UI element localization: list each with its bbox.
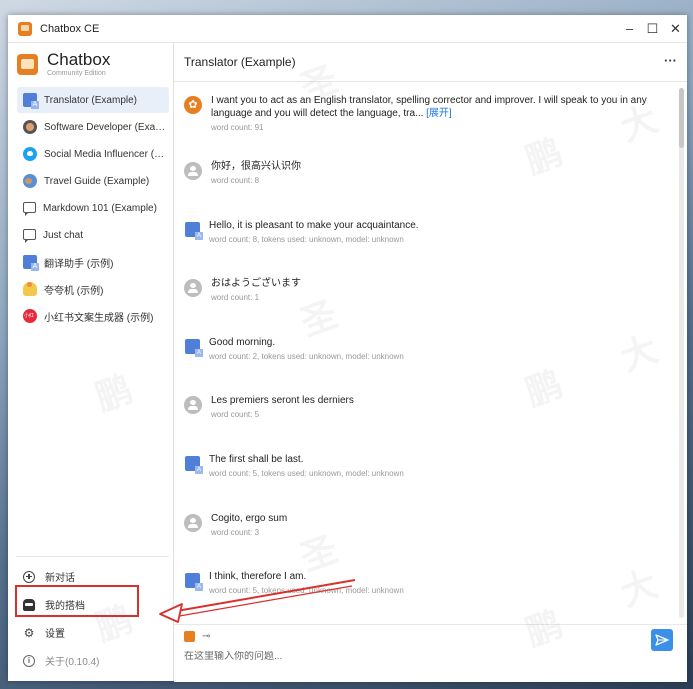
message-meta: word count: 5 <box>211 410 260 419</box>
message-list: I want you to act as an English translat… <box>174 82 674 624</box>
message-meta: word count: 1 <box>211 293 260 302</box>
annotation-highlight-box <box>15 585 139 617</box>
chat-panel: Translator (Example) ··· I want you to a… <box>174 43 687 682</box>
cheer-icon <box>23 282 37 296</box>
session-label: 小红书文案生成器 (示例) <box>44 312 154 324</box>
session-label: Travel Guide (Example) <box>44 175 150 187</box>
message-assistant: I think, therefore I am. word count: 5, … <box>184 570 664 595</box>
session-label: Software Developer (Example) <box>44 121 169 133</box>
translate-icon <box>23 93 39 109</box>
app-window: Chatbox CE – ☐ ✕ Chatbox Community Editi… <box>8 15 687 682</box>
message-meta: word count: 3 <box>211 528 260 537</box>
session-label: Social Media Influencer (Example) <box>44 148 169 160</box>
message-assistant: The first shall be last. word count: 5, … <box>184 453 664 478</box>
composer: ⊸ <box>174 624 687 682</box>
message-system: I want you to act as an English translat… <box>184 94 664 132</box>
session-item-translation-assistant[interactable]: 翻译助手 (示例) <box>17 249 169 275</box>
session-item-markdown-101[interactable]: Markdown 101 (Example) <box>17 195 169 221</box>
translate-avatar-icon <box>185 573 203 591</box>
info-icon: i <box>23 654 35 667</box>
message-text: 你好，很高兴认识你 <box>211 161 301 172</box>
message-assistant: Hello, it is pleasant to make your acqua… <box>184 219 664 244</box>
message-text: Cogito, ergo sum <box>211 513 288 524</box>
session-list: Translator (Example) Software Developer … <box>8 87 173 330</box>
developer-avatar-icon <box>23 120 37 134</box>
message-meta: word count: 91 <box>211 123 264 132</box>
message-meta: word count: 5, tokens used: unknown, mod… <box>209 469 404 478</box>
chat-bubble-icon <box>23 201 36 216</box>
minimize-button[interactable]: – <box>618 15 641 42</box>
xiaohongshu-icon <box>23 309 37 323</box>
message-meta: word count: 5, tokens used: unknown, mod… <box>209 586 404 595</box>
session-item-translator[interactable]: Translator (Example) <box>17 87 169 113</box>
system-avatar-icon <box>184 96 202 114</box>
sidebar-bottom-menu: 新对话 我的搭档 ⚙ 设置 i 关于(0.10.4) <box>8 563 173 675</box>
user-avatar-icon <box>184 514 202 532</box>
translate-avatar-icon <box>185 456 203 474</box>
user-avatar-icon <box>184 162 202 180</box>
twitter-icon <box>23 147 37 161</box>
session-label: Translator (Example) <box>44 94 137 106</box>
brand: Chatbox Community Edition <box>17 51 110 77</box>
scroll-thumb[interactable] <box>679 88 684 148</box>
settings-button[interactable]: ⚙ 设置 <box>17 619 169 646</box>
add-circle-icon <box>23 570 35 583</box>
message-meta: word count: 8, tokens used: unknown, mod… <box>209 235 404 244</box>
message-user: Les premiers seront les derniers word co… <box>184 394 664 419</box>
user-avatar-icon <box>184 396 202 414</box>
chat-header: Translator (Example) ··· <box>174 43 687 82</box>
message-input[interactable] <box>184 651 624 662</box>
expand-link[interactable]: [展开] <box>426 108 452 119</box>
send-button[interactable] <box>651 629 673 651</box>
translate-avatar-icon <box>185 222 203 240</box>
maximize-button[interactable]: ☐ <box>641 15 664 42</box>
message-meta: word count: 8 <box>211 176 260 185</box>
close-button[interactable]: ✕ <box>664 15 687 42</box>
message-user: Cogito, ergo sum word count: 3 <box>184 512 664 537</box>
message-user: 你好，很高兴认识你 word count: 8 <box>184 160 664 185</box>
message-text: おはようございます <box>211 278 301 289</box>
session-item-just-chat[interactable]: Just chat <box>17 222 169 248</box>
composer-role-icon[interactable] <box>184 631 195 642</box>
translate-icon <box>23 255 39 271</box>
window-controls: – ☐ ✕ <box>618 15 687 42</box>
settings-label: 设置 <box>45 629 65 640</box>
sidebar-divider <box>17 556 169 557</box>
session-item-software-developer[interactable]: Software Developer (Example) <box>17 114 169 140</box>
session-label: 翻译助手 (示例) <box>44 258 114 270</box>
message-text: Hello, it is pleasant to make your acqua… <box>209 220 419 231</box>
session-item-travel-guide[interactable]: Travel Guide (Example) <box>17 168 169 194</box>
message-scrollbar[interactable] <box>679 88 684 618</box>
chatbox-logo-icon <box>17 53 38 75</box>
session-label: Just chat <box>43 229 84 241</box>
globe-icon <box>23 174 37 188</box>
key-icon[interactable]: ⊸ <box>202 631 210 642</box>
brand-edition: Community Edition <box>47 70 106 77</box>
about-label: 关于(0.10.4) <box>45 657 100 668</box>
session-label: 夸夸机 (示例) <box>44 285 104 297</box>
translate-avatar-icon <box>185 339 203 357</box>
message-user: おはようございます word count: 1 <box>184 277 664 302</box>
app-icon <box>18 21 32 36</box>
session-item-praise-bot[interactable]: 夸夸机 (示例) <box>17 276 169 302</box>
new-chat-label: 新对话 <box>45 573 75 584</box>
window-title: Chatbox CE <box>40 22 100 35</box>
more-options-icon[interactable]: ··· <box>664 53 677 68</box>
session-item-social-media-influencer[interactable]: Social Media Influencer (Example) <box>17 141 169 167</box>
gear-icon: ⚙ <box>23 625 35 640</box>
message-text: Les premiers seront les derniers <box>211 395 354 406</box>
title-bar: Chatbox CE – ☐ ✕ <box>8 15 687 43</box>
conversation-title: Translator (Example) <box>184 55 296 69</box>
about-button[interactable]: i 关于(0.10.4) <box>17 647 169 674</box>
chat-bubble-icon <box>23 228 36 243</box>
message-meta: word count: 2, tokens used: unknown, mod… <box>209 352 404 361</box>
brand-name: Chatbox <box>47 50 111 69</box>
send-icon <box>655 634 669 646</box>
message-assistant: Good morning. word count: 2, tokens used… <box>184 336 664 361</box>
session-item-xiaohongshu-generator[interactable]: 小红书文案生成器 (示例) <box>17 303 169 329</box>
session-label: Markdown 101 (Example) <box>43 202 157 214</box>
user-avatar-icon <box>184 279 202 297</box>
message-text: The first shall be last. <box>209 454 304 465</box>
